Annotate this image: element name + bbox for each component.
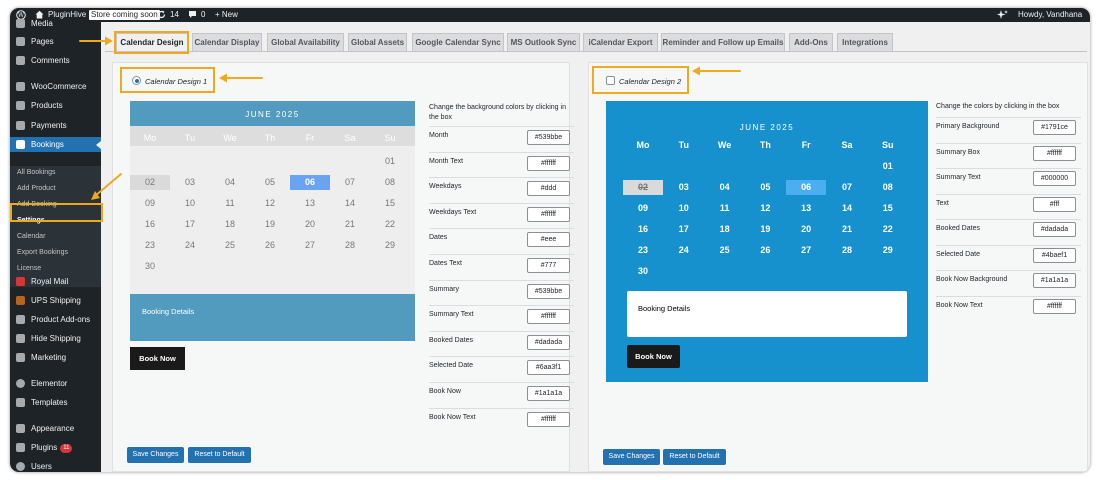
arrow-to-settings-submenu — [94, 173, 122, 197]
callout-arrows — [79, 36, 741, 200]
arrowhead-design-1-option — [219, 73, 227, 83]
arrowhead-design-2-option — [692, 66, 700, 76]
arrowhead-calendar-design-tab — [105, 36, 113, 46]
